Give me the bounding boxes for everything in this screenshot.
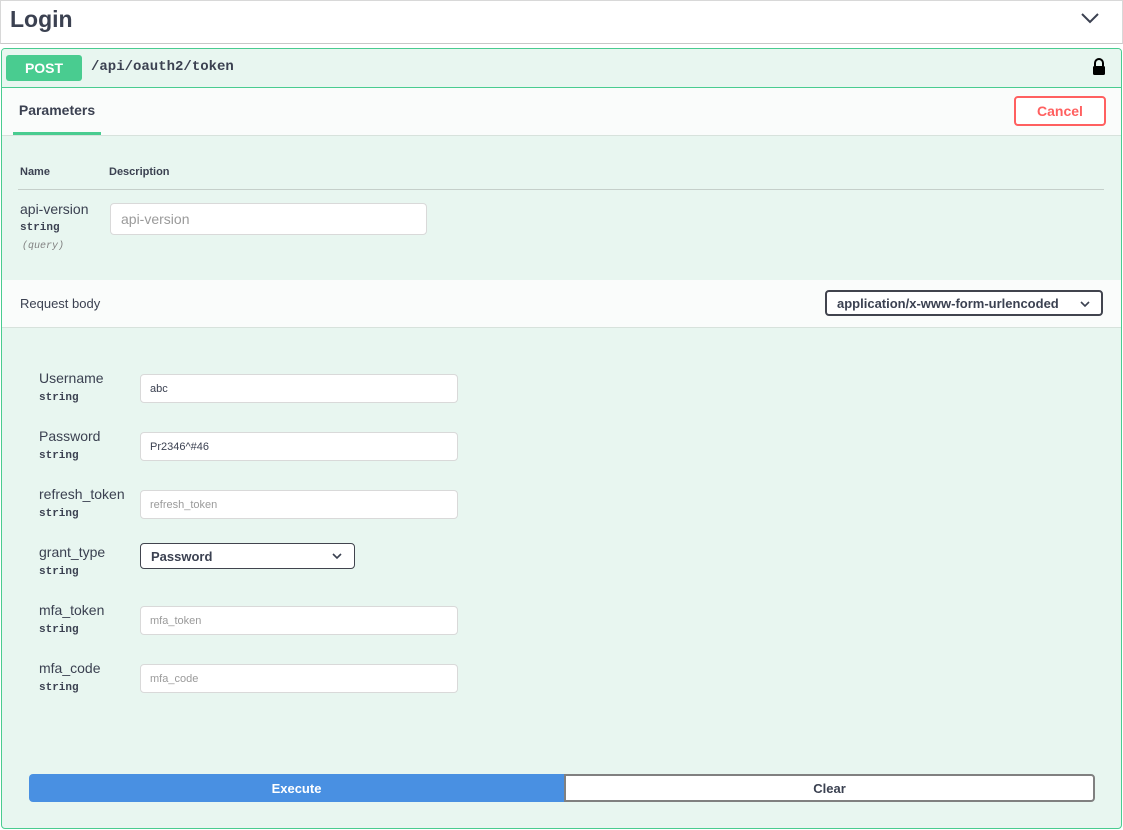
- divider: [18, 189, 1104, 190]
- password-input[interactable]: [140, 432, 458, 461]
- refresh-token-input[interactable]: [140, 490, 458, 519]
- parameter-type: string: [20, 222, 60, 234]
- parameter-name: api-version: [20, 201, 89, 217]
- content-type-value: application/x-www-form-urlencoded: [837, 296, 1059, 311]
- field-type-mfa-token: string: [39, 624, 79, 636]
- operation-summary[interactable]: POST /api/oauth2/token: [2, 49, 1121, 88]
- mfa-token-input[interactable]: [140, 606, 458, 635]
- chevron-down-icon: [1080, 301, 1090, 308]
- field-label-mfa-token: mfa_token: [39, 602, 105, 618]
- cancel-button[interactable]: Cancel: [1014, 96, 1106, 126]
- request-body-label: Request body: [20, 296, 101, 311]
- field-type-grant-type: string: [39, 566, 79, 578]
- tab-header: Parameters Cancel: [2, 88, 1121, 136]
- field-type-username: string: [39, 392, 79, 404]
- grant-type-select[interactable]: Password: [140, 543, 355, 569]
- parameter-location: (query): [22, 241, 65, 252]
- column-header-name: Name: [20, 166, 50, 178]
- lock-icon[interactable]: [1092, 58, 1106, 76]
- field-label-username: Username: [39, 370, 104, 386]
- operation-block: POST /api/oauth2/token Parameters Cancel…: [1, 48, 1122, 829]
- api-version-input[interactable]: [110, 203, 427, 235]
- field-label-refresh-token: refresh_token: [39, 486, 125, 502]
- clear-button[interactable]: Clear: [564, 774, 1095, 802]
- tab-parameters[interactable]: Parameters: [13, 88, 101, 135]
- chevron-down-icon[interactable]: [1080, 10, 1100, 26]
- field-label-password: Password: [39, 428, 101, 444]
- username-input[interactable]: [140, 374, 458, 403]
- section-header[interactable]: Login: [0, 0, 1123, 44]
- execute-button[interactable]: Execute: [29, 774, 564, 802]
- field-type-refresh-token: string: [39, 508, 79, 520]
- column-header-description: Description: [109, 166, 170, 178]
- field-type-password: string: [39, 450, 79, 462]
- chevron-down-icon: [332, 553, 342, 560]
- content-type-select[interactable]: application/x-www-form-urlencoded: [825, 290, 1103, 316]
- field-label-mfa-code: mfa_code: [39, 660, 101, 676]
- mfa-code-input[interactable]: [140, 664, 458, 693]
- field-type-mfa-code: string: [39, 682, 79, 694]
- grant-type-value: Password: [151, 549, 213, 564]
- field-label-grant-type: grant_type: [39, 544, 106, 560]
- request-body-header: Request body application/x-www-form-urle…: [2, 280, 1121, 328]
- method-badge: POST: [6, 55, 82, 81]
- section-title: Login: [10, 6, 73, 32]
- endpoint-path: /api/oauth2/token: [91, 59, 234, 75]
